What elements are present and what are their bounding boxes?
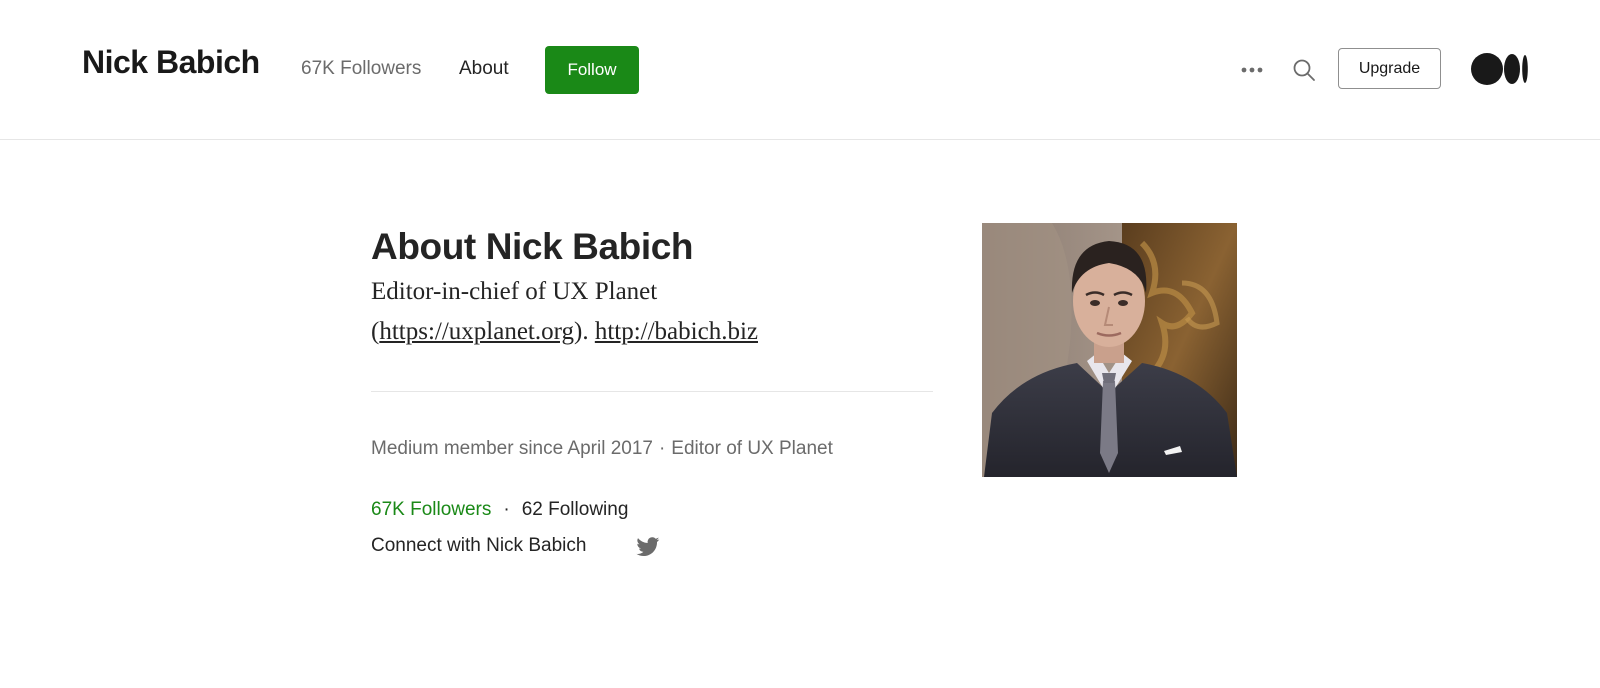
section-divider <box>371 391 933 392</box>
top-header: Nick Babich 67K Followers About Follow U… <box>0 0 1600 140</box>
more-icon[interactable] <box>1238 56 1266 84</box>
twitter-icon-graphic <box>636 537 660 557</box>
follow-button[interactable]: Follow <box>545 46 639 94</box>
author-bio: Editor-in-chief of UX Planet (https://ux… <box>371 272 891 352</box>
uxplanet-link[interactable]: https://uxplanet.org <box>379 318 574 345</box>
author-name-title[interactable]: Nick Babich <box>82 44 260 81</box>
follow-stats: 67K Followers · 62 Following <box>371 499 628 521</box>
following-link[interactable]: 62 Following <box>522 499 629 520</box>
member-since: Medium member since April 2017 <box>371 438 653 459</box>
bio-text: Editor-in-chief of UX Planet <box>371 278 658 305</box>
author-photo-graphic <box>982 223 1237 477</box>
medium-logo-graphic <box>1471 53 1528 85</box>
header-followers-count[interactable]: 67K Followers <box>301 58 421 80</box>
member-meta: Medium member since April 2017 · Editor of… <box>371 438 833 460</box>
editor-of-link[interactable]: Editor of UX Planet <box>671 438 833 459</box>
medium-logo-icon[interactable] <box>1470 52 1530 86</box>
twitter-icon[interactable] <box>634 533 662 559</box>
search-icon-graphic <box>1293 59 1315 81</box>
bio-paren-close: ). <box>574 318 589 345</box>
more-icon-graphic <box>1241 67 1263 73</box>
page-title: About Nick Babich <box>371 226 694 267</box>
upgrade-button[interactable]: Upgrade <box>1338 48 1441 89</box>
about-tab[interactable]: About <box>459 58 509 80</box>
author-photo <box>982 223 1237 477</box>
stats-separator: · <box>503 499 510 520</box>
followers-link[interactable]: 67K Followers <box>371 499 491 520</box>
babich-link[interactable]: http://babich.biz <box>595 318 758 345</box>
connect-label: Connect with Nick Babich <box>371 535 587 556</box>
search-icon[interactable] <box>1290 56 1318 84</box>
meta-separator: · <box>658 438 666 459</box>
